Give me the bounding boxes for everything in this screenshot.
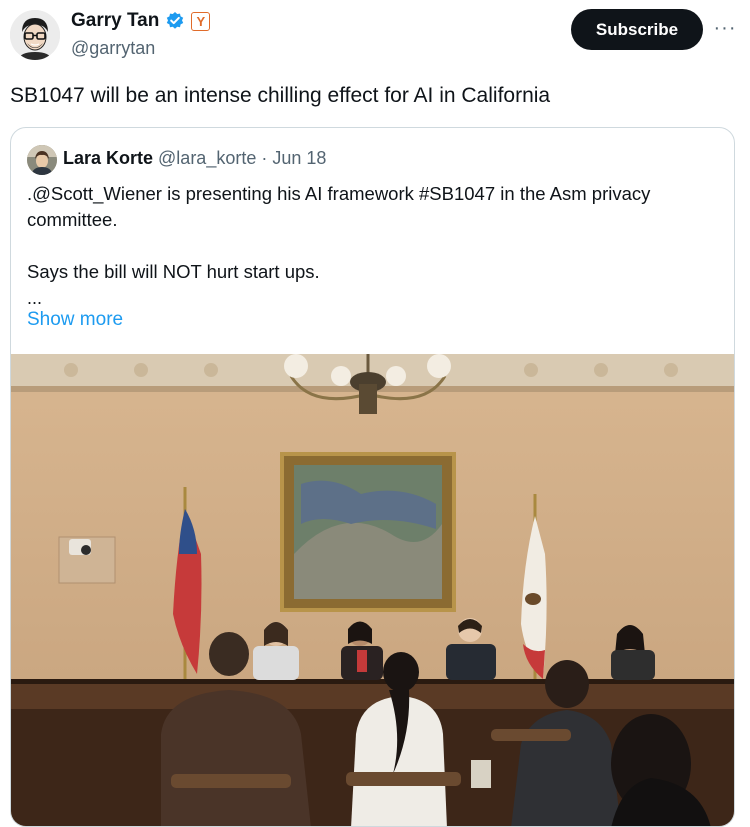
quoted-text-line: .@Scott_Wiener is presenting his AI fram… [27,183,651,230]
more-options-icon[interactable]: ··· [711,14,739,42]
quoted-avatar-photo-icon [27,145,57,175]
committee-hearing-photo[interactable] [11,354,734,826]
author-avatar[interactable] [10,10,60,60]
quoted-text: .@Scott_Wiener is presenting his AI fram… [27,181,717,285]
quoted-handle[interactable]: @lara_korte [158,148,256,169]
author-name-row: Garry Tan Y [71,10,211,32]
quoted-author-avatar[interactable] [27,145,57,175]
verified-badge-icon[interactable] [165,11,185,31]
quoted-ellipsis: ... [27,288,43,308]
author-display-name[interactable]: Garry Tan [71,10,159,32]
tweet-text: SB1047 will be an intense chilling effec… [10,84,551,107]
quoted-header: Lara Korte @lara_korte · Jun 18 [63,148,326,169]
author-handle[interactable]: @garrytan [71,38,155,59]
avatar-illustration-icon [10,10,60,60]
yc-affiliate-badge[interactable]: Y [191,11,211,31]
hearing-room-image [11,354,734,826]
quoted-display-name[interactable]: Lara Korte [63,148,153,169]
quoted-date[interactable]: Jun 18 [272,148,326,169]
quoted-text-line: Says the bill will NOT hurt start ups. [27,261,320,282]
header-separator: · [261,148,268,168]
subscribe-button[interactable]: Subscribe [571,9,703,50]
quoted-tweet[interactable]: Lara Korte @lara_korte · Jun 18 .@Scott_… [10,127,735,827]
show-more-link[interactable]: Show more [27,309,123,331]
